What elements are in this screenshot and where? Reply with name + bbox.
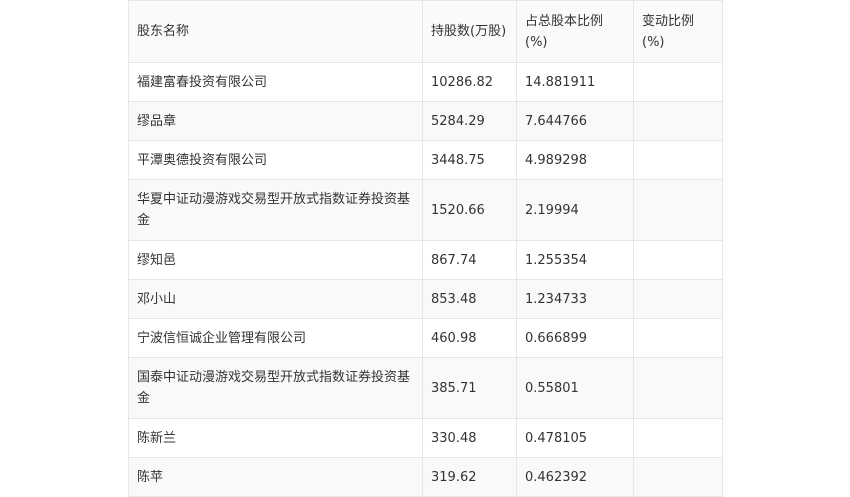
cell-name: 宁波信恒诚企业管理有限公司 (128, 318, 423, 358)
cell-ratio: 0.478105 (516, 418, 634, 458)
cell-name: 国泰中证动漫游戏交易型开放式指数证券投资基金 (128, 357, 423, 419)
table-row: 平潭奥德投资有限公司 3448.75 4.989298 (128, 140, 723, 180)
header-change-ratio: 变动比例(%) (633, 0, 723, 63)
cell-shares: 5284.29 (422, 101, 517, 141)
cell-shares: 330.48 (422, 418, 517, 458)
cell-change (633, 140, 723, 180)
cell-name: 缪品章 (128, 101, 423, 141)
table-row: 缪知邑 867.74 1.255354 (128, 240, 723, 280)
cell-shares: 853.48 (422, 279, 517, 319)
cell-name: 缪知邑 (128, 240, 423, 280)
cell-ratio: 1.255354 (516, 240, 634, 280)
cell-name: 平潭奥德投资有限公司 (128, 140, 423, 180)
cell-change (633, 457, 723, 497)
cell-shares: 319.62 (422, 457, 517, 497)
cell-change (633, 318, 723, 358)
table-row: 宁波信恒诚企业管理有限公司 460.98 0.666899 (128, 318, 723, 358)
cell-shares: 3448.75 (422, 140, 517, 180)
cell-change (633, 240, 723, 280)
cell-change (633, 101, 723, 141)
cell-ratio: 2.19994 (516, 179, 634, 241)
shareholder-table-container: 股东名称 持股数(万股) 占总股本比例(%) 变动比例(%) 福建富春投资有限公… (128, 0, 723, 497)
cell-shares: 1520.66 (422, 179, 517, 241)
table-row: 国泰中证动漫游戏交易型开放式指数证券投资基金 385.71 0.55801 (128, 357, 723, 419)
cell-ratio: 4.989298 (516, 140, 634, 180)
header-shares: 持股数(万股) (422, 0, 517, 63)
table-header-row: 股东名称 持股数(万股) 占总股本比例(%) 变动比例(%) (128, 0, 723, 63)
table-row: 福建富春投资有限公司 10286.82 14.881911 (128, 62, 723, 102)
cell-ratio: 0.55801 (516, 357, 634, 419)
cell-name: 福建富春投资有限公司 (128, 62, 423, 102)
cell-name: 陈新兰 (128, 418, 423, 458)
cell-change (633, 179, 723, 241)
cell-ratio: 14.881911 (516, 62, 634, 102)
cell-change (633, 357, 723, 419)
cell-ratio: 7.644766 (516, 101, 634, 141)
header-share-ratio: 占总股本比例(%) (516, 0, 634, 63)
table-row: 邓小山 853.48 1.234733 (128, 279, 723, 319)
shareholder-table: 股东名称 持股数(万股) 占总股本比例(%) 变动比例(%) 福建富春投资有限公… (128, 0, 723, 497)
cell-ratio: 1.234733 (516, 279, 634, 319)
cell-name: 陈苹 (128, 457, 423, 497)
cell-change (633, 418, 723, 458)
table-row: 缪品章 5284.29 7.644766 (128, 101, 723, 141)
cell-ratio: 0.462392 (516, 457, 634, 497)
header-shareholder-name: 股东名称 (128, 0, 423, 63)
table-row: 华夏中证动漫游戏交易型开放式指数证券投资基金 1520.66 2.19994 (128, 179, 723, 241)
cell-name: 邓小山 (128, 279, 423, 319)
cell-shares: 385.71 (422, 357, 517, 419)
cell-shares: 867.74 (422, 240, 517, 280)
cell-change (633, 62, 723, 102)
cell-shares: 460.98 (422, 318, 517, 358)
cell-name: 华夏中证动漫游戏交易型开放式指数证券投资基金 (128, 179, 423, 241)
table-row: 陈苹 319.62 0.462392 (128, 457, 723, 497)
cell-shares: 10286.82 (422, 62, 517, 102)
cell-ratio: 0.666899 (516, 318, 634, 358)
table-row: 陈新兰 330.48 0.478105 (128, 418, 723, 458)
cell-change (633, 279, 723, 319)
